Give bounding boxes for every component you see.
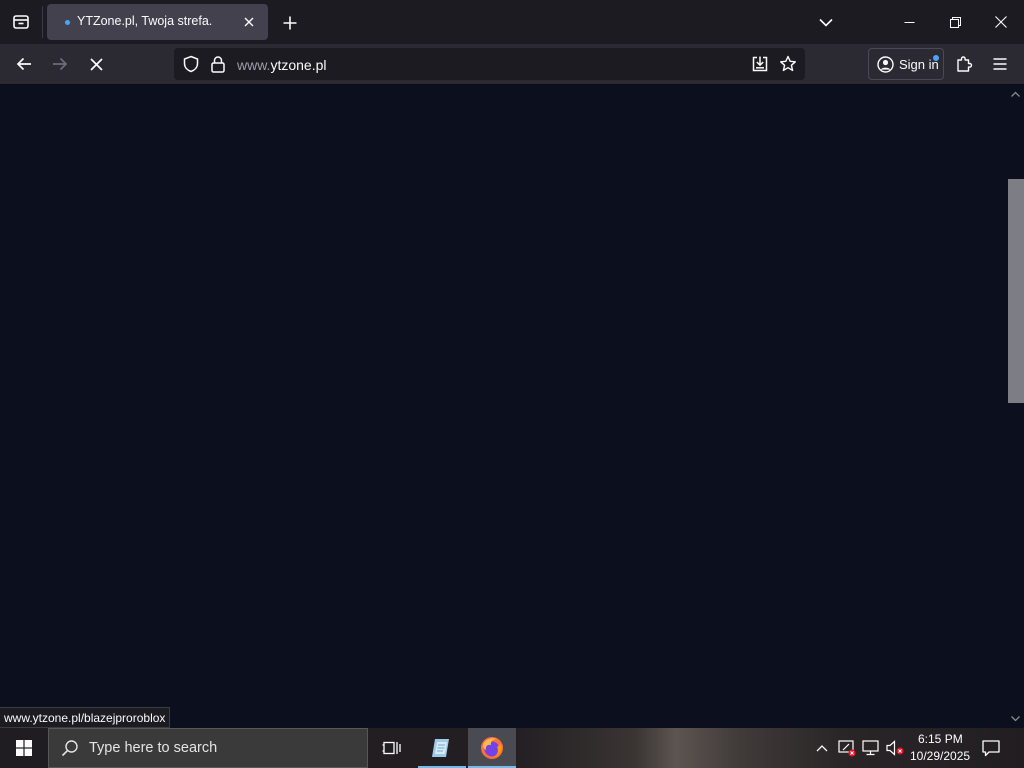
lock-icon bbox=[211, 56, 225, 73]
back-button[interactable] bbox=[9, 50, 39, 78]
restore-icon bbox=[949, 16, 961, 28]
account-icon bbox=[877, 56, 894, 73]
navigation-toolbar: www.ytzone.pl Sign in bbox=[0, 44, 1024, 85]
install-app-button[interactable] bbox=[751, 55, 769, 73]
taskbar-search-box[interactable]: Type here to search bbox=[48, 728, 368, 768]
close-icon bbox=[244, 17, 254, 27]
plus-icon bbox=[283, 16, 297, 30]
windows-logo-icon bbox=[16, 740, 32, 756]
scrollbar-thumb[interactable] bbox=[1008, 179, 1024, 403]
tab-separator bbox=[42, 6, 43, 38]
search-icon bbox=[61, 740, 78, 757]
arrow-right-icon bbox=[53, 57, 68, 71]
show-hidden-icons-button[interactable] bbox=[812, 738, 832, 758]
url-bar[interactable]: www.ytzone.pl bbox=[174, 48, 805, 80]
vertical-scrollbar[interactable] bbox=[1007, 85, 1024, 728]
url-domain: ytzone.pl bbox=[270, 57, 327, 73]
tray-security-icon-button[interactable] bbox=[837, 738, 857, 758]
account-icon-wrap bbox=[877, 56, 894, 73]
clock-time[interactable]: 6:15 PM bbox=[918, 732, 963, 746]
bookmark-button[interactable] bbox=[779, 55, 797, 73]
app-menu-button[interactable] bbox=[985, 50, 1015, 78]
minimize-button[interactable] bbox=[886, 0, 932, 44]
tab-strip: YTZone.pl, Twoja strefa. bbox=[0, 0, 1024, 44]
star-icon bbox=[780, 55, 796, 72]
speaker-muted-icon bbox=[886, 740, 904, 756]
chevron-down-icon bbox=[819, 18, 833, 27]
tab-title: YTZone.pl, Twoja strefa. bbox=[77, 14, 213, 28]
url-text[interactable]: www.ytzone.pl bbox=[237, 57, 327, 73]
tab-close-button[interactable] bbox=[240, 13, 258, 31]
arrow-left-icon bbox=[16, 57, 31, 71]
notes-app-icon bbox=[432, 739, 449, 757]
notification-dot bbox=[933, 55, 939, 61]
windows-security-alert-icon bbox=[838, 740, 856, 757]
scroll-down-button[interactable] bbox=[1010, 713, 1021, 724]
scroll-up-button[interactable] bbox=[1010, 89, 1021, 100]
forward-button[interactable] bbox=[45, 50, 75, 78]
chevron-up-icon bbox=[816, 745, 828, 752]
hamburger-icon bbox=[993, 58, 1007, 70]
task-view-button[interactable] bbox=[368, 728, 416, 768]
tab-list-icon bbox=[13, 15, 29, 29]
shield-icon bbox=[183, 55, 199, 73]
sign-in-button[interactable]: Sign in bbox=[868, 48, 944, 80]
network-status-button[interactable] bbox=[861, 738, 881, 758]
volume-button[interactable] bbox=[885, 738, 905, 758]
start-button[interactable] bbox=[0, 728, 48, 768]
site-info-button[interactable] bbox=[210, 55, 226, 73]
taskbar-app-firefox[interactable] bbox=[468, 728, 516, 768]
chevron-up-icon bbox=[1011, 91, 1020, 97]
download-app-icon bbox=[752, 56, 768, 72]
action-center-button[interactable] bbox=[981, 738, 1001, 758]
firefox-icon bbox=[481, 737, 503, 759]
minimize-icon bbox=[904, 21, 914, 23]
tab-active[interactable]: YTZone.pl, Twoja strefa. bbox=[47, 4, 268, 40]
network-icon bbox=[862, 740, 879, 756]
search-icon-wrap bbox=[61, 739, 79, 757]
task-view-icon bbox=[382, 741, 401, 755]
notification-icon bbox=[982, 740, 1000, 757]
taskbar-app-notes[interactable] bbox=[418, 728, 466, 768]
stop-x-icon bbox=[89, 57, 103, 71]
new-tab-button[interactable] bbox=[276, 9, 304, 37]
tracking-protection-button[interactable] bbox=[182, 55, 200, 73]
restore-button[interactable] bbox=[932, 0, 978, 44]
clock-date[interactable]: 10/29/2025 bbox=[910, 749, 970, 763]
extensions-button[interactable] bbox=[949, 50, 979, 78]
loading-indicator-dot bbox=[65, 20, 70, 25]
close-window-button[interactable] bbox=[978, 0, 1024, 44]
close-icon bbox=[995, 16, 1007, 28]
windows-taskbar: Type here to search 6:15 PM 10/29/2025 bbox=[0, 728, 1024, 768]
stop-loading-button[interactable] bbox=[81, 50, 111, 78]
page-content[interactable] bbox=[0, 85, 1007, 728]
link-status-overlay: www.ytzone.pl/blazejproroblox bbox=[0, 707, 171, 728]
list-all-tabs-button[interactable] bbox=[812, 8, 840, 36]
chevron-down-icon bbox=[1011, 716, 1020, 722]
search-placeholder: Type here to search bbox=[89, 740, 218, 756]
tab-list-button[interactable] bbox=[0, 0, 42, 44]
url-prefix: www. bbox=[237, 57, 271, 73]
puzzle-icon bbox=[957, 56, 973, 72]
